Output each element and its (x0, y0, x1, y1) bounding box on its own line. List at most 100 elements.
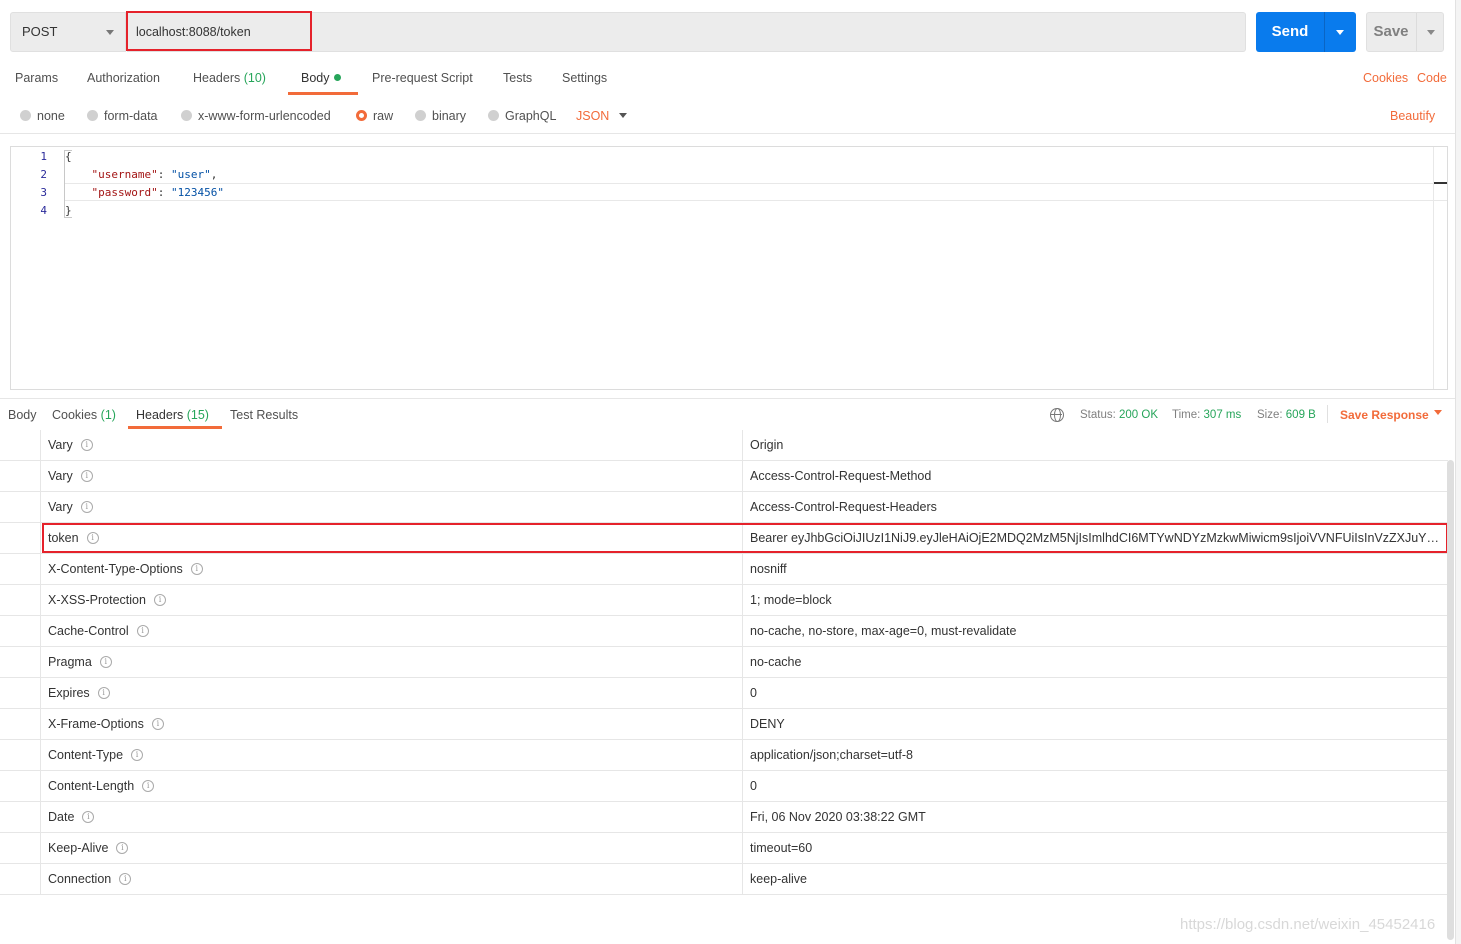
info-icon[interactable]: i (80, 438, 93, 451)
column-divider (742, 616, 743, 646)
header-value: nosniff (750, 562, 787, 576)
save-button[interactable]: Save (1366, 12, 1444, 52)
info-icon[interactable]: i (131, 748, 144, 761)
header-value: Origin (750, 438, 784, 452)
row-gutter (0, 647, 41, 677)
info-icon[interactable]: i (151, 717, 164, 730)
info-icon[interactable]: i (190, 562, 203, 575)
tab-label: Body (8, 408, 37, 422)
header-key-text: Vary (48, 500, 73, 514)
rtab-headers[interactable]: Headers (15) (136, 408, 209, 422)
row-gutter (0, 585, 41, 615)
radio-icon (488, 110, 499, 122)
table-row: Vary i Origin (0, 430, 1448, 461)
beautify-link[interactable]: Beautify (1390, 109, 1435, 123)
modified-dot-icon (333, 74, 341, 82)
header-key-text: Content-Length (48, 779, 135, 793)
column-divider (742, 647, 743, 677)
info-icon[interactable]: i (142, 779, 155, 792)
radio-graphql[interactable]: GraphQL (488, 109, 556, 125)
radio-label: none (37, 109, 65, 123)
table-row: X-XSS-Protection i 1; mode=block (0, 585, 1448, 616)
header-key: Vary i (48, 500, 93, 514)
radio-label: x-www-form-urlencoded (198, 109, 331, 123)
header-value: no-cache, no-store, max-age=0, must-reva… (750, 624, 1017, 638)
header-value: 0 (750, 779, 757, 793)
radio-selected-icon (356, 110, 367, 122)
info-icon[interactable]: i (119, 872, 132, 885)
save-response-button[interactable]: Save Response (1340, 408, 1429, 422)
rtab-body[interactable]: Body (8, 408, 37, 422)
info-icon[interactable]: i (99, 655, 112, 668)
info-icon[interactable]: i (116, 841, 129, 854)
row-gutter (0, 833, 41, 863)
column-divider (742, 864, 743, 894)
editor-scrollbar[interactable] (1433, 147, 1447, 389)
tab-label: Cookies (52, 408, 98, 422)
tab-count: (15) (186, 408, 209, 422)
method-select[interactable]: POST (10, 12, 126, 52)
tab-label: Authorization (87, 71, 160, 85)
table-row: Vary i Access-Control-Request-Method (0, 461, 1448, 492)
row-gutter (0, 740, 41, 770)
send-divider (1324, 12, 1325, 52)
header-key-text: X-XSS-Protection (48, 593, 146, 607)
status-label: Status: (1080, 409, 1116, 421)
rtab-cookies[interactable]: Cookies (1) (52, 408, 116, 422)
table-row: Content-Length i 0 (0, 771, 1448, 802)
tab-settings[interactable]: Settings (562, 71, 607, 95)
tab-pre-request-script[interactable]: Pre-request Script (372, 71, 473, 95)
active-tab-indicator (288, 92, 358, 95)
tab-params[interactable]: Params (15, 71, 58, 95)
info-icon[interactable]: i (80, 469, 93, 482)
globe-icon[interactable] (1050, 408, 1064, 422)
response-scrollbar[interactable] (1447, 430, 1455, 942)
header-key: Content-Type i (48, 748, 144, 762)
send-button[interactable]: Send (1256, 12, 1356, 52)
info-icon[interactable]: i (136, 624, 149, 637)
response-headers-table: Vary i Origin Vary i Access-Control-Request-… (0, 430, 1448, 895)
header-key: X-Frame-Options i (48, 717, 164, 731)
header-key: X-Content-Type-Options i (48, 562, 203, 576)
active-tab-indicator (128, 426, 222, 429)
row-gutter (0, 709, 41, 739)
info-icon[interactable]: i (97, 686, 110, 699)
header-key: Date i (48, 810, 95, 824)
info-icon[interactable]: i (80, 500, 93, 513)
json-value: "123456" (170, 186, 224, 199)
radio-icon (415, 110, 426, 122)
tab-headers[interactable]: Headers (10) (193, 71, 266, 95)
code-link[interactable]: Code (1417, 71, 1447, 85)
tab-tests[interactable]: Tests (503, 71, 532, 95)
info-icon[interactable]: i (153, 593, 166, 606)
column-divider (742, 678, 743, 708)
json-value: "user" (170, 168, 211, 181)
row-gutter (0, 461, 41, 491)
body-format-select[interactable]: JSON (576, 109, 609, 123)
radio-none[interactable]: none (20, 109, 65, 125)
code-line: { (65, 150, 72, 163)
rtab-test-results[interactable]: Test Results (230, 408, 298, 422)
radio-binary[interactable]: binary (415, 109, 466, 125)
info-icon[interactable]: i (82, 810, 95, 823)
scrollbar-thumb[interactable] (1447, 460, 1454, 940)
radio-raw[interactable]: raw (356, 109, 393, 125)
body-editor[interactable]: 1 2 3 4 { "username": "user", "password"… (10, 146, 1448, 390)
chevron-down-icon[interactable] (1434, 410, 1442, 415)
radio-icon (181, 110, 192, 122)
chevron-down-icon[interactable] (619, 113, 627, 118)
tab-authorization[interactable]: Authorization (87, 71, 160, 95)
cookies-link[interactable]: Cookies (1363, 71, 1408, 85)
brace: } (65, 204, 72, 217)
save-label: Save (1373, 23, 1409, 40)
radio-form-data[interactable]: form-data (87, 109, 158, 125)
radio-x-www-form-urlencoded[interactable]: x-www-form-urlencoded (181, 109, 331, 125)
divider (1327, 405, 1328, 423)
save-options-chevron-icon[interactable] (1427, 30, 1435, 35)
column-divider (742, 833, 743, 863)
table-row: Keep-Alive i timeout=60 (0, 833, 1448, 864)
body-type-selector: none form-data x-www-form-urlencoded raw… (0, 100, 1461, 134)
radio-label: raw (373, 109, 394, 123)
send-options-chevron-icon[interactable] (1336, 30, 1344, 35)
token-highlight-box (42, 523, 1448, 553)
